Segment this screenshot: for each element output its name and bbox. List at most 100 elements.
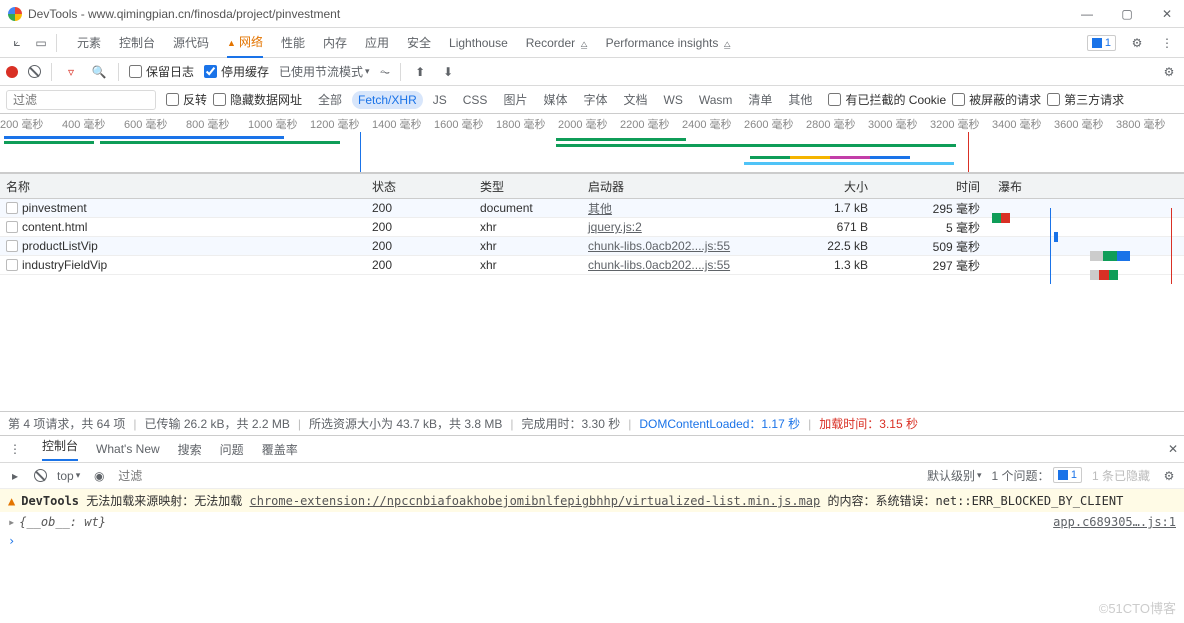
drawer-tab-whatsnew[interactable]: What's New — [96, 442, 160, 456]
tab-lighthouse[interactable]: Lighthouse — [449, 30, 508, 56]
tab-network[interactable]: 网络 — [227, 27, 263, 58]
timeline-tick: 600 毫秒 — [124, 116, 186, 132]
hide-data-checkbox[interactable]: 隐藏数据网址 — [213, 91, 302, 108]
clear-icon[interactable] — [28, 65, 41, 78]
level-dropdown[interactable]: 默认级别 — [927, 467, 982, 484]
ftab-doc[interactable]: 文档 — [617, 89, 653, 110]
close-icon[interactable]: ✕ — [1158, 5, 1176, 23]
ftab-css[interactable]: CSS — [457, 91, 494, 109]
request-time: 509 毫秒 — [880, 238, 992, 255]
timeline-tick: 1200 毫秒 — [310, 116, 372, 132]
object-source[interactable]: app.c689305….js:1 — [1053, 515, 1176, 529]
ftab-all[interactable]: 全部 — [312, 89, 348, 110]
console-object[interactable]: ▸{__ob__: wt} app.c689305….js:1 — [0, 512, 1184, 532]
console-warning: ▲ DevTools 无法加载来源映射：无法加载 chrome-extensio… — [0, 489, 1184, 512]
inspect-icon[interactable]: ⟀ — [8, 34, 26, 52]
console-prompt[interactable]: › — [0, 532, 1184, 550]
blocked-req-checkbox[interactable]: 被屏蔽的请求 — [952, 91, 1041, 108]
col-type[interactable]: 类型 — [480, 178, 588, 195]
drawer-more-icon[interactable]: ⋮ — [6, 440, 24, 458]
filter-bar: 反转 隐藏数据网址 全部 Fetch/XHR JS CSS 图片 媒体 字体 文… — [0, 86, 1184, 114]
drawer-close-icon[interactable]: ✕ — [1168, 442, 1178, 456]
table-row[interactable]: industryFieldVip 200 xhr chunk-libs.0acb… — [0, 256, 1184, 275]
download-icon[interactable]: ⬇ — [439, 63, 457, 81]
wifi-icon[interactable]: ⏦ — [380, 64, 391, 80]
ftab-media[interactable]: 媒体 — [537, 89, 573, 110]
col-waterfall[interactable]: 瀑布 — [992, 178, 1184, 195]
console-filter-input[interactable] — [118, 469, 318, 483]
timeline-overview[interactable]: 200 毫秒400 毫秒600 毫秒800 毫秒1000 毫秒1200 毫秒14… — [0, 114, 1184, 173]
filter-icon[interactable]: ▿ — [62, 63, 80, 81]
ftab-ws[interactable]: WS — [658, 91, 689, 109]
ftab-xhr[interactable]: Fetch/XHR — [352, 91, 423, 109]
tab-perfinsights[interactable]: Performance insights ⧋ — [606, 30, 731, 56]
summary-bar: 第 4 项请求，共 64 项| 已传输 26.2 kB，共 2.2 MB| 所选… — [0, 411, 1184, 435]
tab-security[interactable]: 安全 — [407, 28, 431, 57]
settings-gear-icon[interactable]: ⚙ — [1160, 63, 1178, 81]
console-sidebar-icon[interactable]: ▸ — [6, 467, 24, 485]
drawer-tab-console[interactable]: 控制台 — [42, 437, 78, 461]
request-type: xhr — [480, 239, 588, 253]
blocked-cookies-checkbox[interactable]: 有已拦截的 Cookie — [828, 91, 946, 108]
ftab-manifest[interactable]: 清单 — [742, 89, 778, 110]
col-status[interactable]: 状态 — [372, 178, 480, 195]
issues-badge[interactable]: 1 — [1087, 35, 1116, 51]
warning-icon: ▲ — [8, 494, 15, 508]
preserve-log-checkbox[interactable]: 保留日志 — [129, 63, 194, 80]
console-settings-icon[interactable]: ⚙ — [1160, 467, 1178, 485]
request-status: 200 — [372, 201, 480, 215]
minimize-icon[interactable]: — — [1078, 5, 1096, 23]
tab-console[interactable]: 控制台 — [119, 28, 155, 57]
issues-link[interactable]: 1 个问题： 1 — [992, 467, 1082, 484]
ftab-other[interactable]: 其他 — [782, 89, 818, 110]
device-icon[interactable]: ▭ — [32, 34, 50, 52]
request-initiator[interactable]: jquery.js:2 — [588, 220, 768, 234]
search-icon[interactable]: 🔍 — [90, 63, 108, 81]
col-initiator[interactable]: 启动器 — [588, 178, 768, 195]
maximize-icon[interactable]: ▢ — [1118, 5, 1136, 23]
eye-icon[interactable]: ◉ — [90, 467, 108, 485]
tab-memory[interactable]: 内存 — [323, 28, 347, 57]
request-size: 1.3 kB — [768, 258, 880, 272]
invert-checkbox[interactable]: 反转 — [166, 91, 207, 108]
table-row[interactable]: pinvestment 200 document 其他 1.7 kB 295 毫… — [0, 199, 1184, 218]
tab-performance[interactable]: 性能 — [281, 28, 305, 57]
drawer-tab-issues[interactable]: 问题 — [220, 441, 244, 458]
request-status: 200 — [372, 258, 480, 272]
request-initiator[interactable]: chunk-libs.0acb202....js:55 — [588, 239, 768, 253]
console-toolbar: ▸ top ◉ 默认级别 1 个问题： 1 1 条已隐藏 ⚙ — [0, 463, 1184, 489]
throttle-dropdown[interactable]: 已使用节流模式 — [279, 63, 370, 80]
col-time[interactable]: 时间 — [880, 178, 992, 195]
drawer-tab-search[interactable]: 搜索 — [178, 441, 202, 458]
request-size: 1.7 kB — [768, 201, 880, 215]
third-party-checkbox[interactable]: 第三方请求 — [1047, 91, 1124, 108]
settings-icon[interactable]: ⚙ — [1128, 34, 1146, 52]
tab-recorder[interactable]: Recorder ⧋ — [526, 30, 588, 56]
request-initiator[interactable]: chunk-libs.0acb202....js:55 — [588, 258, 768, 272]
table-row[interactable]: productListVip 200 xhr chunk-libs.0acb20… — [0, 237, 1184, 256]
ftab-img[interactable]: 图片 — [497, 89, 533, 110]
request-initiator[interactable]: 其他 — [588, 200, 768, 217]
col-name[interactable]: 名称 — [0, 178, 372, 195]
drawer-tabbar: ⋮ 控制台 What's New 搜索 问题 覆盖率 ✕ — [0, 435, 1184, 463]
sourcemap-url[interactable]: chrome-extension://npccnbiafoakhobejomib… — [250, 494, 821, 508]
console-clear-icon[interactable] — [34, 469, 47, 482]
drawer-tab-coverage[interactable]: 覆盖率 — [262, 441, 298, 458]
filter-input[interactable] — [6, 90, 156, 110]
hidden-count[interactable]: 1 条已隐藏 — [1092, 467, 1150, 484]
more-icon[interactable]: ⋮ — [1158, 34, 1176, 52]
context-dropdown[interactable]: top — [57, 469, 80, 483]
tab-application[interactable]: 应用 — [365, 28, 389, 57]
disable-cache-checkbox[interactable]: 停用缓存 — [204, 63, 269, 80]
request-name: productListVip — [22, 239, 98, 253]
ftab-js[interactable]: JS — [427, 91, 453, 109]
tab-elements[interactable]: 元素 — [77, 28, 101, 57]
ftab-font[interactable]: 字体 — [577, 89, 613, 110]
ftab-wasm[interactable]: Wasm — [693, 91, 739, 109]
tab-sources[interactable]: 源代码 — [173, 28, 209, 57]
chrome-logo-icon — [8, 7, 22, 21]
upload-icon[interactable]: ⬆ — [411, 63, 429, 81]
col-size[interactable]: 大小 — [768, 178, 880, 195]
window-title: DevTools - www.qimingpian.cn/finosda/pro… — [28, 7, 340, 21]
record-icon[interactable] — [6, 66, 18, 78]
